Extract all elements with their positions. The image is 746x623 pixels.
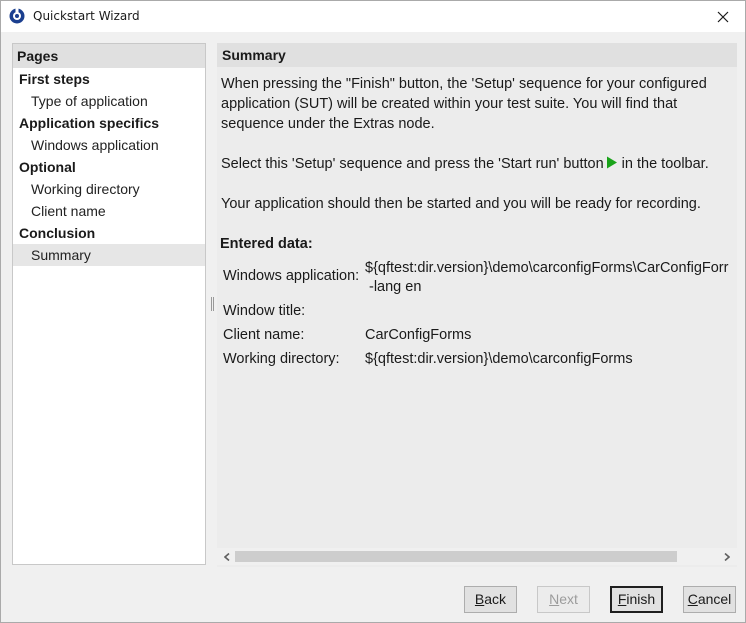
cancel-mnemonic: C — [687, 591, 698, 607]
window-title: Quickstart Wizard — [33, 9, 140, 23]
qftest-logo-icon — [9, 8, 25, 24]
pages-panel: Pages First steps Type of application Ap… — [12, 43, 206, 565]
scroll-left-button[interactable] — [220, 550, 234, 564]
entered-data-title: Entered data: — [220, 236, 313, 252]
split-pane-divider[interactable] — [211, 297, 214, 311]
title-bar: Quickstart Wizard — [1, 1, 745, 32]
cancel-label-rest: ancel — [697, 591, 732, 607]
pages-item-working-directory[interactable]: Working directory — [13, 178, 205, 200]
pages-item-summary[interactable]: Summary — [13, 244, 205, 266]
summary-panel: Summary When pressing the "Finish" butto… — [217, 43, 737, 567]
entered-data-value-continued: -lang en — [369, 279, 422, 295]
close-icon — [717, 11, 729, 22]
intro-line-3: sequence under the Extras node. — [221, 116, 435, 132]
finish-button[interactable]: Finish — [610, 586, 663, 613]
entered-data-value: ${qftest:dir.version}\demo\carconfigForm… — [365, 351, 633, 367]
play-icon — [606, 156, 617, 169]
intro-line-2: application (SUT) will be created within… — [221, 96, 678, 112]
pages-item-application-specifics[interactable]: Application specifics — [13, 112, 205, 134]
intro-line-1: When pressing the "Finish" button, the '… — [221, 76, 707, 92]
run-text-after: in the toolbar. — [621, 156, 709, 172]
entered-data-label: Working directory: — [223, 351, 340, 367]
entered-data-label: Client name: — [223, 327, 305, 343]
back-label-rest: ack — [484, 591, 507, 607]
chevron-left-icon — [224, 553, 230, 561]
scrollbar-thumb[interactable] — [235, 551, 677, 562]
pages-header: Pages — [13, 44, 205, 68]
pages-item-conclusion[interactable]: Conclusion — [13, 222, 205, 244]
finish-label-rest: inish — [626, 591, 656, 607]
summary-paragraph-intro: When pressing the "Finish" button, the '… — [221, 74, 731, 134]
horizontal-scrollbar[interactable] — [217, 548, 737, 565]
summary-paragraph-ready: Your application should then be started … — [221, 196, 701, 212]
back-button[interactable]: Back — [464, 586, 517, 613]
wizard-window: Quickstart Wizard Pages First steps Type… — [0, 0, 746, 623]
next-label-rest: ext — [559, 591, 578, 607]
scroll-right-button[interactable] — [720, 550, 734, 564]
run-text-before: Select this 'Setup' sequence and press t… — [221, 156, 604, 172]
entered-data-label: Windows application: — [223, 268, 360, 284]
pages-item-windows-application[interactable]: Windows application — [13, 134, 205, 156]
summary-header: Summary — [217, 43, 737, 67]
entered-data-value: CarConfigForms — [365, 327, 472, 343]
entered-data-value: ${qftest:dir.version}\demo\carconfigForm… — [365, 260, 729, 276]
back-mnemonic: B — [474, 591, 485, 607]
pages-item-optional[interactable]: Optional — [13, 156, 205, 178]
cancel-button[interactable]: Cancel — [683, 586, 736, 613]
next-button[interactable]: Next — [537, 586, 590, 613]
pages-item-first-steps[interactable]: First steps — [13, 68, 205, 90]
summary-paragraph-run: Select this 'Setup' sequence and press t… — [221, 154, 731, 174]
entered-data-label: Window title: — [223, 303, 306, 319]
next-mnemonic: N — [549, 591, 560, 607]
close-button[interactable] — [701, 1, 745, 32]
chevron-right-icon — [724, 553, 730, 561]
pages-item-client-name[interactable]: Client name — [13, 200, 205, 222]
pages-item-type-of-application[interactable]: Type of application — [13, 90, 205, 112]
